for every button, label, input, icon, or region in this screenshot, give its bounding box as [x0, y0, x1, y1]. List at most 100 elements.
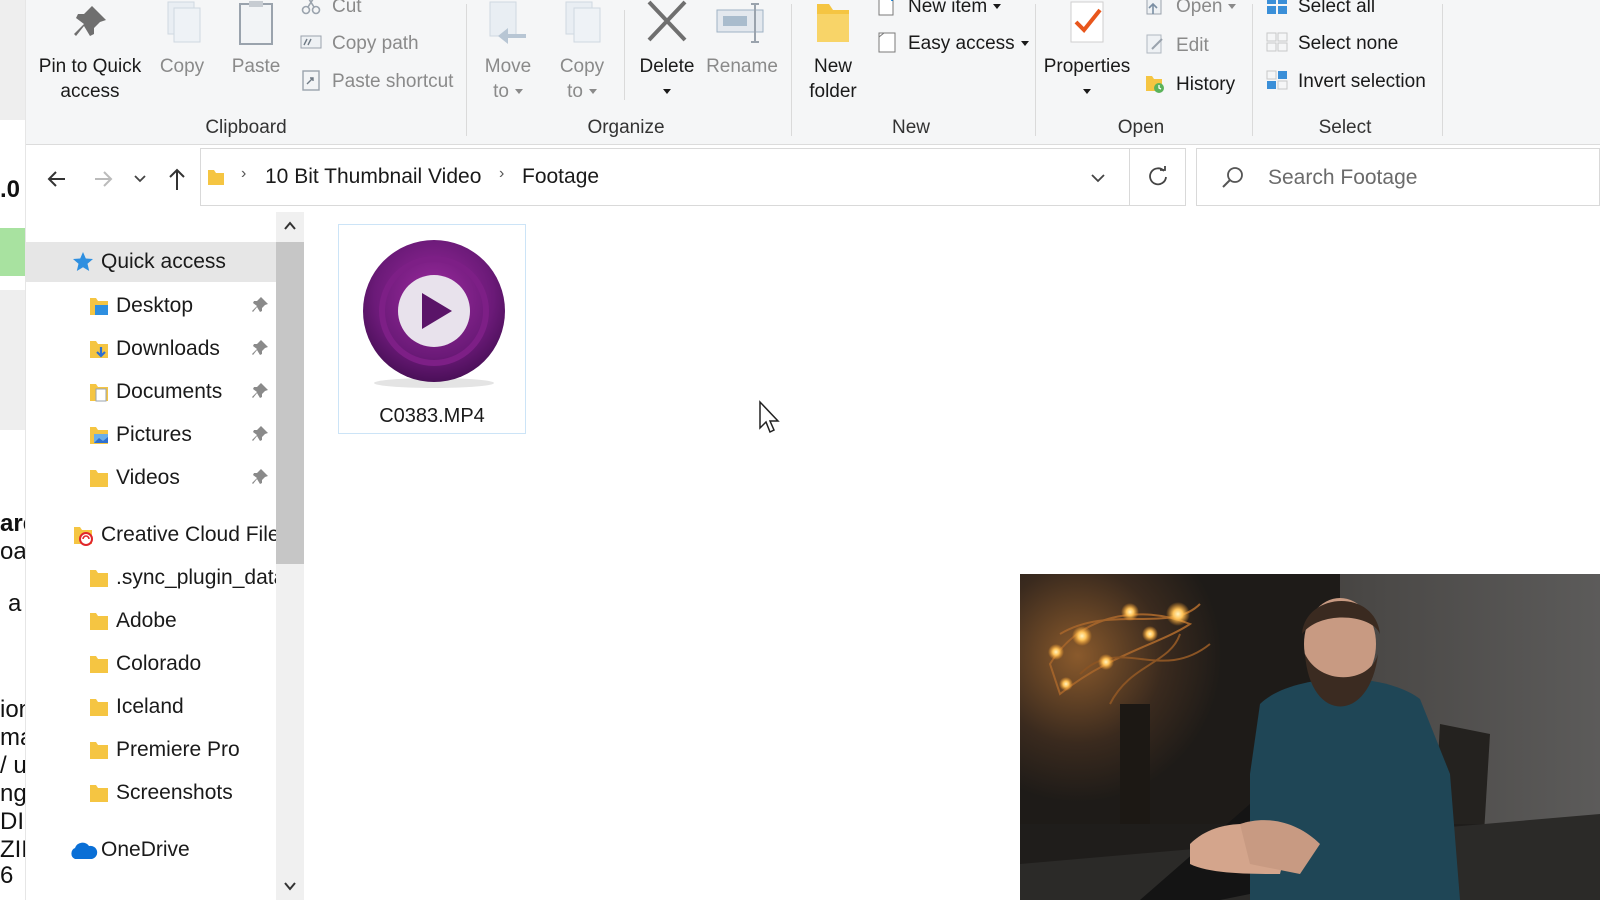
- delete-dropdown-caret[interactable]: [632, 79, 702, 104]
- properties-dropdown-caret[interactable]: [1040, 79, 1134, 104]
- easy-access-button[interactable]: Easy access: [876, 31, 1029, 57]
- cut-button[interactable]: Cut: [300, 0, 362, 20]
- folder-icon: [90, 785, 108, 802]
- pin-icon[interactable]: [251, 296, 269, 314]
- folder-icon: [90, 699, 108, 716]
- select-none-label: Select none: [1298, 33, 1399, 54]
- move-to-button[interactable]: Move to: [478, 0, 538, 110]
- new-item-button[interactable]: New item: [876, 0, 1002, 20]
- paste-shortcut-label: Paste shortcut: [332, 71, 454, 92]
- tree-label: Documents: [116, 380, 223, 403]
- open-button[interactable]: Open: [1144, 0, 1237, 20]
- tree-label: Creative Cloud Files: [101, 523, 276, 546]
- tree-label: Screenshots: [116, 781, 233, 804]
- pin-icon[interactable]: [251, 425, 269, 443]
- tree-label: Premiere Pro: [116, 738, 240, 761]
- properties-button[interactable]: Properties: [1040, 0, 1134, 110]
- ribbon-separator: [624, 10, 625, 100]
- forward-button[interactable]: [88, 164, 118, 194]
- tree-item-sync-plugin-data[interactable]: .sync_plugin_data: [26, 558, 276, 598]
- new-folder-button[interactable]: New folder: [800, 0, 866, 110]
- invert-selection-icon: [1266, 70, 1288, 90]
- scroll-up-button[interactable]: [276, 212, 304, 240]
- rename-icon: [716, 3, 764, 43]
- select-none-button[interactable]: Select none: [1266, 31, 1398, 57]
- tree-label: Colorado: [116, 652, 202, 675]
- desktop-folder-icon: [90, 298, 108, 315]
- rename-label: Rename: [706, 56, 778, 77]
- background-text: are: [0, 510, 25, 537]
- tree-item-creative-cloud-files[interactable]: Creative Cloud Files: [26, 515, 276, 555]
- tree-item-iceland[interactable]: Iceland: [26, 687, 276, 727]
- breadcrumb-footage[interactable]: Footage: [522, 165, 599, 189]
- tree-item-colorado[interactable]: Colorado: [26, 644, 276, 684]
- invert-selection-label: Invert selection: [1298, 71, 1426, 92]
- tree-item-desktop[interactable]: Desktop: [26, 286, 276, 326]
- chevron-up-icon: [284, 221, 296, 230]
- tree-item-downloads[interactable]: Downloads: [26, 329, 276, 369]
- clipboard-icon: [239, 1, 273, 45]
- tree-item-videos[interactable]: Videos: [26, 458, 276, 498]
- background-highlight: [0, 228, 25, 276]
- paste-shortcut-button[interactable]: Paste shortcut: [300, 69, 453, 95]
- breadcrumb-10-bit-thumbnail-video[interactable]: 10 Bit Thumbnail Video: [265, 165, 481, 189]
- select-all-button[interactable]: Select all: [1266, 0, 1375, 20]
- delete-label: Delete: [639, 56, 695, 77]
- tree-label: Desktop: [116, 294, 194, 317]
- star-icon: [73, 252, 93, 271]
- delete-button[interactable]: Delete: [632, 0, 702, 110]
- copy-to-line1: Copy: [559, 56, 605, 77]
- move-to-line1: Move: [484, 56, 532, 77]
- paste-shortcut-icon: [302, 70, 320, 91]
- scroll-thumb[interactable]: [276, 242, 304, 564]
- copy-to-button[interactable]: Copy to: [552, 0, 612, 110]
- recent-locations-button[interactable]: [128, 164, 152, 194]
- ribbon-separator: [791, 4, 792, 136]
- history-button[interactable]: History: [1144, 72, 1235, 98]
- rename-button[interactable]: Rename: [706, 0, 778, 110]
- scroll-down-button[interactable]: [276, 872, 304, 900]
- pin-icon[interactable]: [251, 468, 269, 486]
- background-text: DI: [0, 808, 24, 835]
- invert-selection-button[interactable]: Invert selection: [1266, 69, 1426, 95]
- tree-item-quick-access[interactable]: Quick access: [26, 242, 276, 282]
- webcam-overlay: [1020, 574, 1600, 900]
- refresh-button[interactable]: [1129, 148, 1186, 206]
- folder-icon: [90, 742, 108, 759]
- search-placeholder[interactable]: Search Footage: [1268, 166, 1417, 190]
- pin-icon: [74, 6, 106, 36]
- select-all-icon: [1267, 0, 1287, 14]
- background-text: oar: [0, 538, 26, 565]
- up-button[interactable]: [162, 164, 192, 194]
- tree-item-adobe[interactable]: Adobe: [26, 601, 276, 641]
- copy-label: Copy: [159, 56, 205, 77]
- background-text: ZIP: [0, 836, 25, 863]
- breadcrumb-separator[interactable]: ›: [499, 165, 504, 183]
- background-text: ng: [0, 780, 26, 807]
- tree-item-onedrive[interactable]: OneDrive: [26, 830, 276, 870]
- breadcrumb-separator[interactable]: ›: [241, 165, 246, 183]
- nav-pane-scrollbar[interactable]: [276, 212, 304, 900]
- downloads-folder-icon: [90, 341, 108, 358]
- tree-item-premiere-pro[interactable]: Premiere Pro: [26, 730, 276, 770]
- documents-folder-icon: [90, 384, 108, 402]
- tree-item-screenshots[interactable]: Screenshots: [26, 773, 276, 813]
- pin-icon[interactable]: [251, 382, 269, 400]
- edit-button[interactable]: Edit: [1144, 33, 1209, 59]
- new-folder-line1: New: [813, 56, 852, 77]
- address-bar[interactable]: › 10 Bit Thumbnail Video › Footage: [200, 148, 1186, 206]
- back-button[interactable]: [42, 164, 72, 194]
- tree-item-documents[interactable]: Documents: [26, 372, 276, 412]
- chevron-down-icon[interactable]: [1089, 169, 1107, 187]
- paste-button[interactable]: Paste: [224, 0, 288, 110]
- search-box[interactable]: Search Footage: [1196, 148, 1600, 206]
- pin-icon[interactable]: [251, 339, 269, 357]
- file-item[interactable]: C0383.MP4: [338, 224, 526, 434]
- pin-to-quick-access-button[interactable]: Pin to Quick access: [34, 0, 146, 110]
- copy-button[interactable]: Copy: [154, 0, 210, 110]
- new-folder-line2: folder: [809, 81, 857, 102]
- tree-item-pictures[interactable]: Pictures: [26, 415, 276, 455]
- copy-path-button[interactable]: Copy path: [300, 31, 419, 57]
- search-icon: [1222, 167, 1243, 188]
- move-to-line2: to: [478, 79, 538, 104]
